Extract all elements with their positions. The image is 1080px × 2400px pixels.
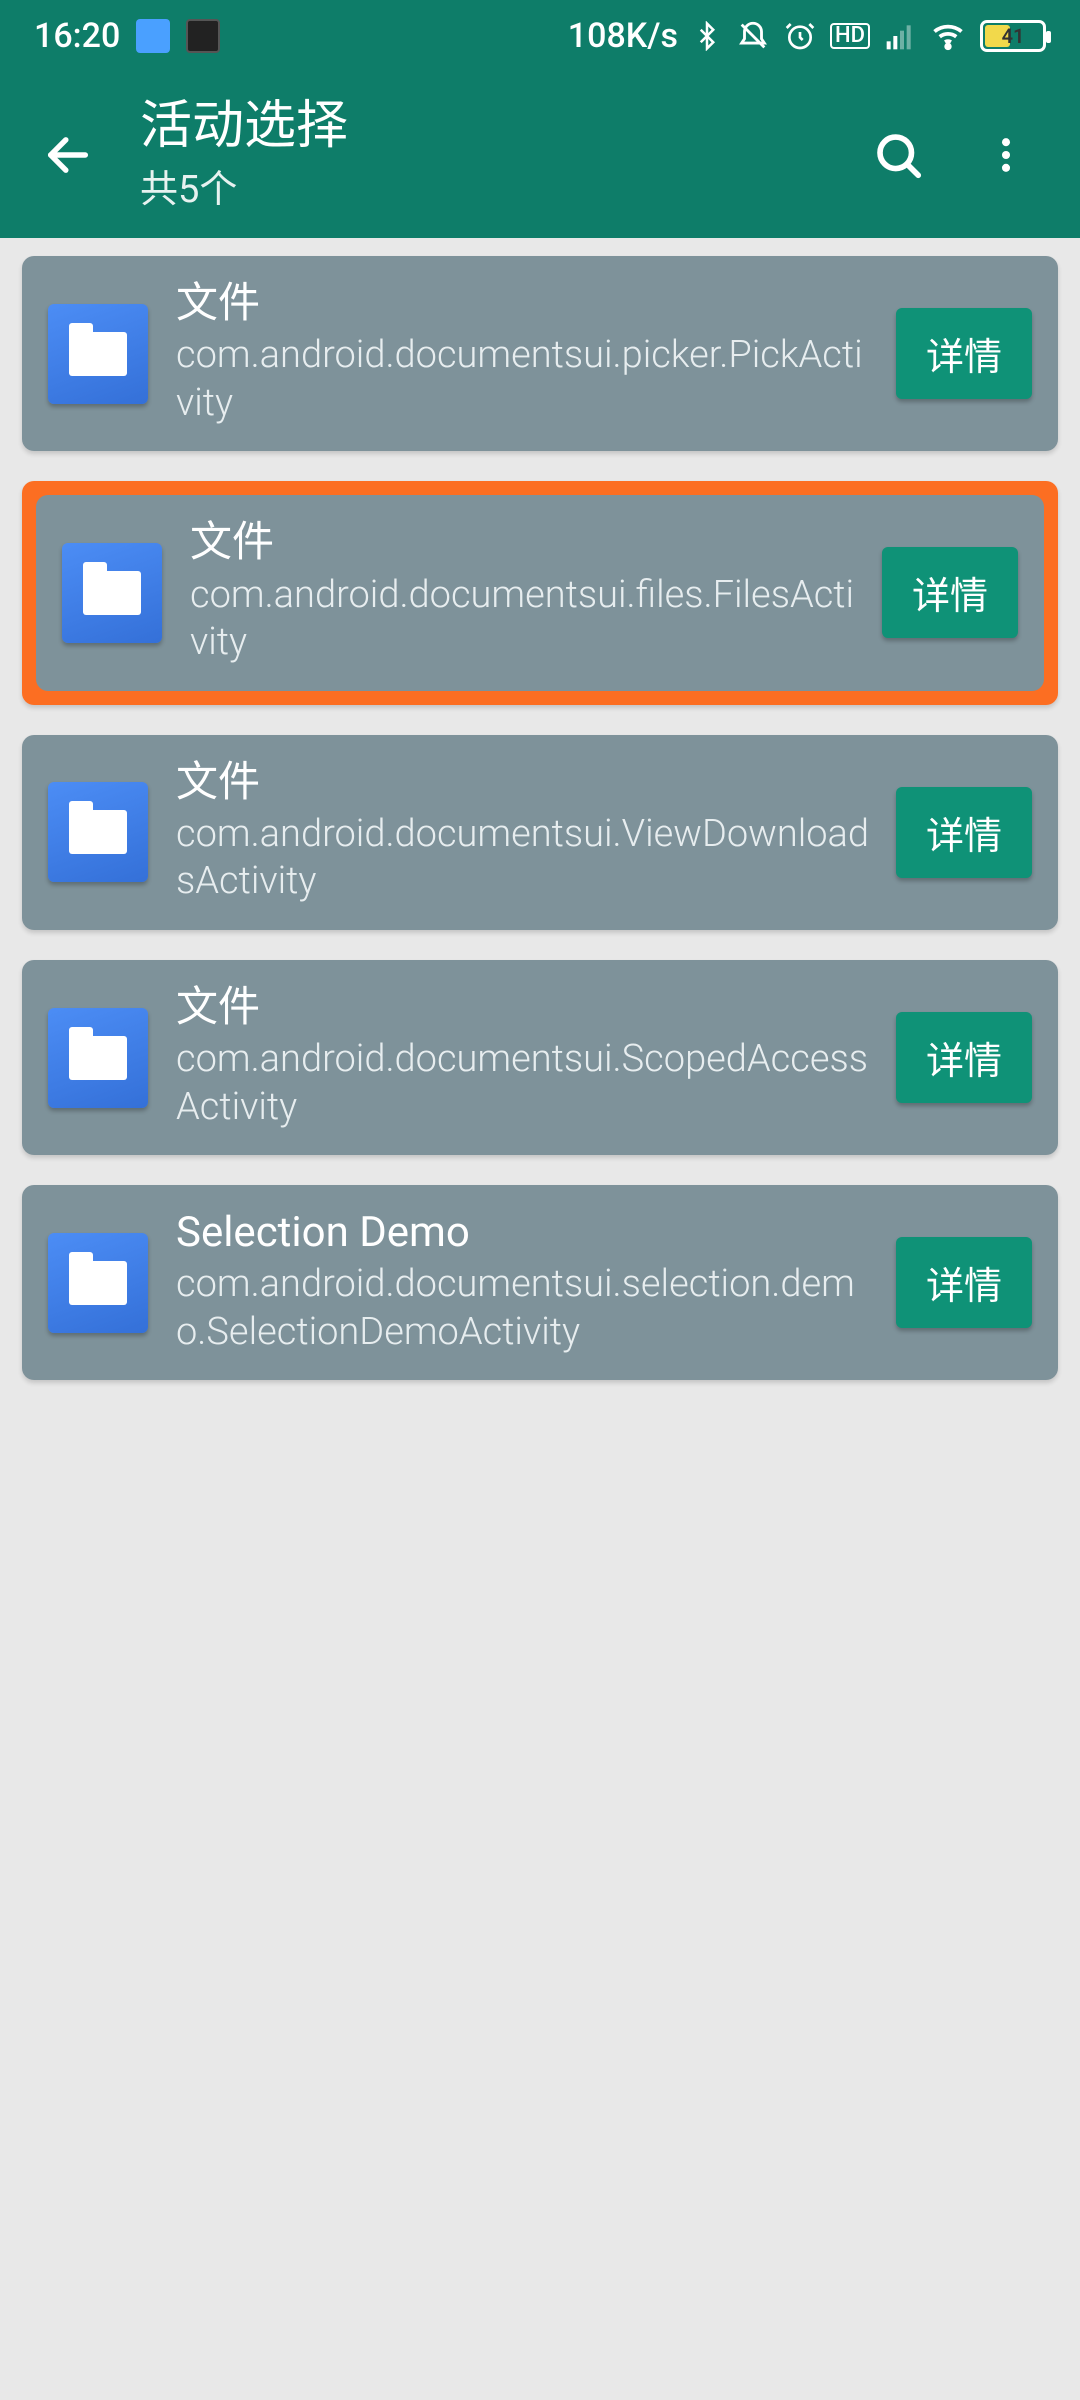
detail-button[interactable]: 详情	[882, 547, 1018, 638]
list-item-texts: 文件com.android.documentsui.ViewDownloadsA…	[148, 759, 896, 906]
folder-icon	[69, 810, 127, 854]
list-item-subtitle: com.android.documentsui.ViewDownloadsAct…	[176, 811, 872, 906]
search-icon	[871, 128, 925, 182]
wifi-icon	[930, 18, 966, 54]
list-item-subtitle: com.android.documentsui.picker.PickActiv…	[176, 332, 872, 427]
alarm-icon	[784, 20, 816, 52]
battery-icon: 41	[980, 20, 1046, 52]
list-item-texts: Selection Democom.android.documentsui.se…	[148, 1209, 896, 1356]
mute-icon	[736, 19, 770, 53]
detail-button[interactable]: 详情	[896, 1237, 1032, 1328]
app-bar: 活动选择 共5个	[0, 72, 1080, 238]
list-item-title: 文件	[176, 280, 872, 328]
activity-list[interactable]: 文件com.android.documentsui.picker.PickAct…	[0, 238, 1080, 1398]
status-left: 16:20	[34, 16, 220, 56]
hd-icon: HD	[830, 23, 870, 49]
folder-icon	[83, 571, 141, 615]
list-item[interactable]: Selection Democom.android.documentsui.se…	[22, 1185, 1058, 1380]
app-icon-tile	[48, 1233, 148, 1333]
status-time: 16:20	[34, 16, 120, 56]
status-net-speed: 108K/s	[568, 16, 678, 56]
app-icon-tile	[62, 543, 162, 643]
arrow-back-icon	[42, 129, 94, 181]
appbar-titles: 活动选择 共5个	[112, 97, 862, 213]
more-vert-icon	[984, 133, 1028, 177]
page-title: 活动选择	[140, 97, 862, 154]
list-item[interactable]: 文件com.android.documentsui.ViewDownloadsA…	[22, 735, 1058, 930]
status-right: 108K/s HD 41	[568, 16, 1046, 56]
detail-button[interactable]: 详情	[896, 308, 1032, 399]
signal-icon	[884, 20, 916, 52]
detail-button[interactable]: 详情	[896, 1012, 1032, 1103]
list-item[interactable]: 文件 com.android.documentsui.files.FilesAct…	[36, 495, 1044, 690]
overflow-menu-button[interactable]	[970, 119, 1042, 191]
app-icon-tile	[48, 1008, 148, 1108]
list-item-texts: 文件 com.android.documentsui.files.FilesAct…	[162, 519, 882, 666]
status-bar: 16:20 108K/s HD 41	[0, 0, 1080, 72]
folder-icon	[69, 332, 127, 376]
battery-percent: 41	[983, 24, 1043, 48]
list-item-subtitle: com.android.documentsui.files.FilesActiv…	[190, 572, 858, 667]
list-item-subtitle: com.android.documentsui.selection.demo.S…	[176, 1261, 872, 1356]
list-item-selected[interactable]: 文件 com.android.documentsui.files.FilesAct…	[22, 481, 1058, 704]
appbar-actions	[862, 119, 1056, 191]
app-icon-tile	[48, 782, 148, 882]
list-item-texts: 文件com.android.documentsui.picker.PickAct…	[148, 280, 896, 427]
detail-button[interactable]: 详情	[896, 787, 1032, 878]
back-button[interactable]	[24, 111, 112, 199]
page-subtitle: 共5个	[140, 158, 862, 213]
search-button[interactable]	[862, 119, 934, 191]
folder-icon	[69, 1261, 127, 1305]
list-item[interactable]: 文件com.android.documentsui.ScopedAccessAc…	[22, 960, 1058, 1155]
status-app-icon-2	[186, 19, 220, 53]
list-item-title: 文件	[176, 759, 872, 807]
app-icon-tile	[48, 304, 148, 404]
status-app-icon-1	[136, 19, 170, 53]
list-item-subtitle: com.android.documentsui.ScopedAccessActi…	[176, 1036, 872, 1131]
list-item-title: 文件	[190, 519, 858, 567]
list-item-texts: 文件com.android.documentsui.ScopedAccessAc…	[148, 984, 896, 1131]
folder-icon	[69, 1036, 127, 1080]
list-item[interactable]: 文件com.android.documentsui.picker.PickAct…	[22, 256, 1058, 451]
bluetooth-icon	[692, 21, 722, 51]
list-item-title: Selection Demo	[176, 1209, 872, 1257]
list-item-title: 文件	[176, 984, 872, 1032]
